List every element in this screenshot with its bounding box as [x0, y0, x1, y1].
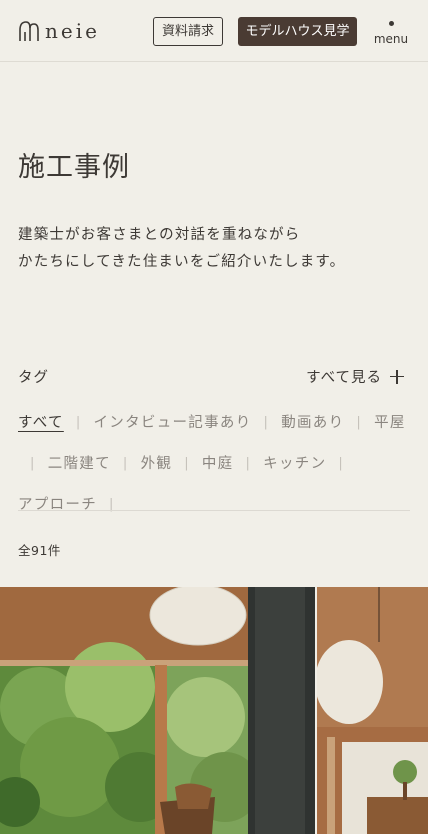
tag-item[interactable]: 中庭	[202, 453, 234, 475]
tag-separator: |	[122, 456, 129, 471]
tag-separator: |	[30, 456, 36, 471]
case-photo-image-2	[317, 587, 428, 834]
tag-separator: |	[263, 415, 270, 430]
case-photo-image-1	[0, 587, 315, 834]
menu-dot-icon	[388, 21, 394, 26]
tag-item[interactable]: 二階建て	[48, 453, 111, 475]
tag-separator-wrap: |	[344, 412, 374, 434]
request-materials-button[interactable]: 資料請求	[153, 17, 223, 46]
tag-separator: |	[109, 497, 115, 512]
tag-separator: |	[75, 415, 82, 430]
page-title: 施工事例	[18, 152, 130, 183]
tag-separator: |	[338, 456, 345, 471]
tag-separator-wrap: |	[233, 453, 263, 475]
tag-separator-wrap: |	[111, 453, 141, 475]
tag-separator-wrap: |	[172, 453, 202, 475]
logo-text: neie	[45, 19, 100, 43]
tag-item[interactable]: アプローチ	[18, 494, 97, 516]
menu-button[interactable]: menu	[372, 18, 410, 48]
see-all-tags-button[interactable]: すべて見る	[306, 366, 404, 387]
tag-item[interactable]: 平屋	[374, 412, 406, 434]
result-count: 全91件	[18, 543, 61, 558]
case-photo-interior[interactable]	[317, 587, 428, 834]
divider	[18, 510, 410, 511]
tag-item[interactable]: すべて	[18, 412, 64, 434]
tag-item[interactable]: キッチン	[263, 453, 326, 475]
menu-label: menu	[373, 32, 409, 46]
logo-mark-icon	[19, 21, 39, 41]
tag-list: すべて | インタビュー記事あり | 動画あり | 平屋 | 二階建て | 外観 | 中庭 | キッチン | ア…	[18, 412, 413, 516]
plus-icon	[390, 369, 404, 384]
tag-heading: タグ	[18, 370, 49, 386]
tag-separator: |	[184, 456, 190, 471]
case-photo-living-room[interactable]	[0, 587, 315, 834]
tag-separator: |	[356, 415, 363, 430]
see-all-label: すべて見る	[306, 370, 382, 386]
page-lead: 建築士がお客さまとの対話を重ねながら かたちにしてきた住まいをご紹介いたします。	[18, 222, 413, 276]
lead-line-2: かたちにしてきた住まいをご紹介いたします。	[18, 254, 346, 270]
model-house-visit-button[interactable]: モデルハウス見学	[238, 17, 357, 46]
tag-item[interactable]: インタビュー記事あり	[94, 412, 252, 434]
tag-item[interactable]: 外観	[141, 453, 173, 475]
tag-separator-wrap: |	[18, 453, 48, 475]
lead-line-1: 建築士がお客さまとの対話を重ねながら	[18, 227, 301, 243]
tag-item[interactable]: 動画あり	[281, 412, 344, 434]
site-header: neie 資料請求 モデルハウス見学 menu	[0, 0, 428, 62]
tag-separator-wrap: |	[252, 412, 282, 434]
tag-separator: |	[245, 456, 252, 471]
tag-separator-wrap: |	[97, 494, 127, 516]
logo[interactable]: neie	[18, 20, 100, 42]
tag-filter-header: タグ すべて見る	[18, 364, 410, 388]
tag-separator-wrap: |	[326, 453, 356, 475]
tag-separator-wrap: |	[64, 412, 94, 434]
